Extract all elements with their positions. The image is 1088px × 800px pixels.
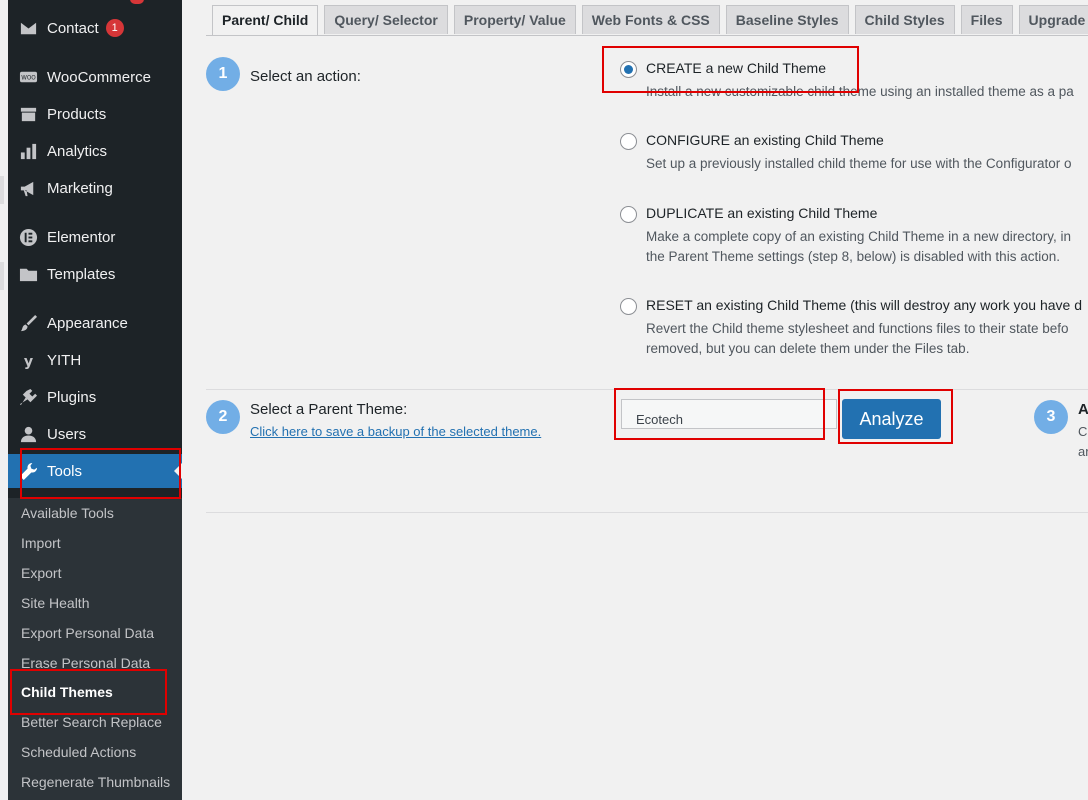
edge-notch [0, 262, 4, 290]
left-edge-strip [0, 0, 8, 800]
tab-upgrade[interactable]: Upgrade [1018, 5, 1088, 34]
submenu-item-site-health[interactable]: Site Health [21, 593, 89, 613]
active-menu-arrow [174, 463, 182, 479]
submenu-item-export[interactable]: Export [21, 563, 61, 583]
menu-item-elementor[interactable]: Elementor [8, 220, 182, 254]
user-icon [18, 424, 38, 444]
tab-child-styles[interactable]: Child Styles [854, 5, 955, 34]
menu-label: Templates [47, 265, 116, 283]
option-description: Make a complete copy of an existing Chil… [646, 229, 1071, 244]
menu-item-marketing[interactable]: Marketing [8, 171, 182, 205]
section-divider [206, 512, 1088, 513]
menu-label: Tools [47, 462, 83, 480]
menu-label: WooCommerce [47, 68, 151, 86]
option-description-line-2: the Parent Theme settings (step 8, below… [646, 249, 1060, 264]
submenu-item-better-search-replace[interactable]: Better Search Replace [21, 712, 162, 732]
menu-label: Users [47, 425, 87, 443]
step-3-circle: 3 [1034, 400, 1068, 434]
yith-icon: y [18, 350, 38, 370]
tab-parent-child[interactable]: Parent/ Child [212, 5, 319, 36]
menu-item-yith[interactable]: y YITH [8, 343, 182, 377]
folder-icon [18, 264, 38, 284]
option-description-line-2: removed, but you can delete them under t… [646, 341, 970, 356]
reset-radio[interactable] [620, 298, 637, 315]
tab-bar: Parent/ Child Query/ Selector Property/ … [212, 5, 1088, 36]
option-description: Install a new customizable child theme u… [646, 84, 1074, 99]
section-divider [206, 389, 1088, 390]
submenu-item-child-themes[interactable]: Child Themes [21, 682, 113, 702]
megaphone-icon [18, 178, 38, 198]
duplicate-radio[interactable] [620, 206, 637, 223]
parent-theme-select[interactable]: Ecotech [621, 399, 837, 429]
menu-label: YITH [47, 351, 82, 369]
option-title: CREATE a new Child Theme [646, 60, 826, 76]
menu-item-tools[interactable]: Tools [8, 454, 182, 488]
menu-label: Products [47, 105, 107, 123]
step-3-text-line-1: C [1078, 424, 1088, 439]
submenu-item-scheduled-actions[interactable]: Scheduled Actions [21, 742, 136, 762]
archive-icon [18, 104, 38, 124]
submenu-item-export-personal-data[interactable]: Export Personal Data [21, 623, 154, 643]
tab-web-fonts-css[interactable]: Web Fonts & CSS [581, 5, 720, 34]
menu-label: Analytics [47, 142, 108, 160]
svg-text:WOO: WOO [21, 75, 36, 81]
tab-underline [206, 35, 1088, 36]
admin-sidebar: Contact 1 WOO WooCommerce Products Analy… [8, 0, 182, 800]
submenu-item-available-tools[interactable]: Available Tools [21, 503, 114, 523]
menu-item-users[interactable]: Users [8, 417, 182, 451]
step-3-text-line-2: ar [1078, 444, 1088, 459]
svg-text:y: y [23, 354, 33, 370]
menu-label: Elementor [47, 228, 116, 246]
option-title: DUPLICATE an existing Child Theme [646, 205, 878, 221]
mail-icon [18, 18, 38, 38]
paintbrush-icon [18, 313, 38, 333]
tab-baseline-styles[interactable]: Baseline Styles [725, 5, 849, 34]
tab-property-value[interactable]: Property/ Value [453, 5, 576, 34]
menu-label: Contact [47, 19, 99, 37]
option-title: CONFIGURE an existing Child Theme [646, 132, 884, 148]
submenu-item-erase-personal-data[interactable]: Erase Personal Data [21, 653, 150, 673]
option-description: Revert the Child theme stylesheet and fu… [646, 321, 1069, 336]
create-radio[interactable] [620, 61, 637, 78]
menu-item-woocommerce[interactable]: WOO WooCommerce [8, 60, 182, 94]
tools-submenu: Available Tools Import Export Site Healt… [8, 498, 182, 800]
step-2-label: Select a Parent Theme: [250, 401, 408, 418]
configure-radio[interactable] [620, 133, 637, 150]
tab-files[interactable]: Files [960, 5, 1013, 34]
notification-dot [130, 0, 144, 4]
plug-icon [18, 387, 38, 407]
elementor-icon [18, 227, 38, 247]
option-description: Set up a previously installed child them… [646, 156, 1072, 171]
main-content: Parent/ Child Query/ Selector Property/ … [182, 0, 1088, 800]
menu-label: Plugins [47, 388, 97, 406]
wrench-icon [18, 461, 38, 481]
menu-label: Marketing [47, 179, 113, 197]
tab-query-selector[interactable]: Query/ Selector [324, 5, 448, 34]
submenu-item-regenerate-thumbnails[interactable]: Regenerate Thumbnails [21, 772, 170, 792]
analyze-button[interactable]: Analyze [842, 399, 941, 439]
step-1-circle: 1 [206, 57, 240, 91]
submenu-item-import[interactable]: Import [21, 533, 61, 553]
menu-label: Appearance [47, 314, 128, 332]
step-2-circle: 2 [206, 400, 240, 434]
bar-chart-icon [18, 141, 38, 161]
step-3-label: A [1078, 401, 1088, 418]
option-title: RESET an existing Child Theme (this will… [646, 297, 1083, 313]
woo-icon: WOO [18, 67, 38, 87]
backup-theme-link[interactable]: Click here to save a backup of the selec… [250, 424, 541, 439]
menu-item-plugins[interactable]: Plugins [8, 380, 182, 414]
menu-item-appearance[interactable]: Appearance [8, 306, 182, 340]
menu-item-templates[interactable]: Templates [8, 257, 182, 291]
contact-count-badge: 1 [105, 19, 124, 37]
menu-item-products[interactable]: Products [8, 97, 182, 131]
step-1-label: Select an action: [250, 68, 361, 85]
menu-item-contact[interactable]: Contact 1 [8, 11, 182, 45]
edge-notch [0, 176, 4, 204]
menu-item-analytics[interactable]: Analytics [8, 134, 182, 168]
